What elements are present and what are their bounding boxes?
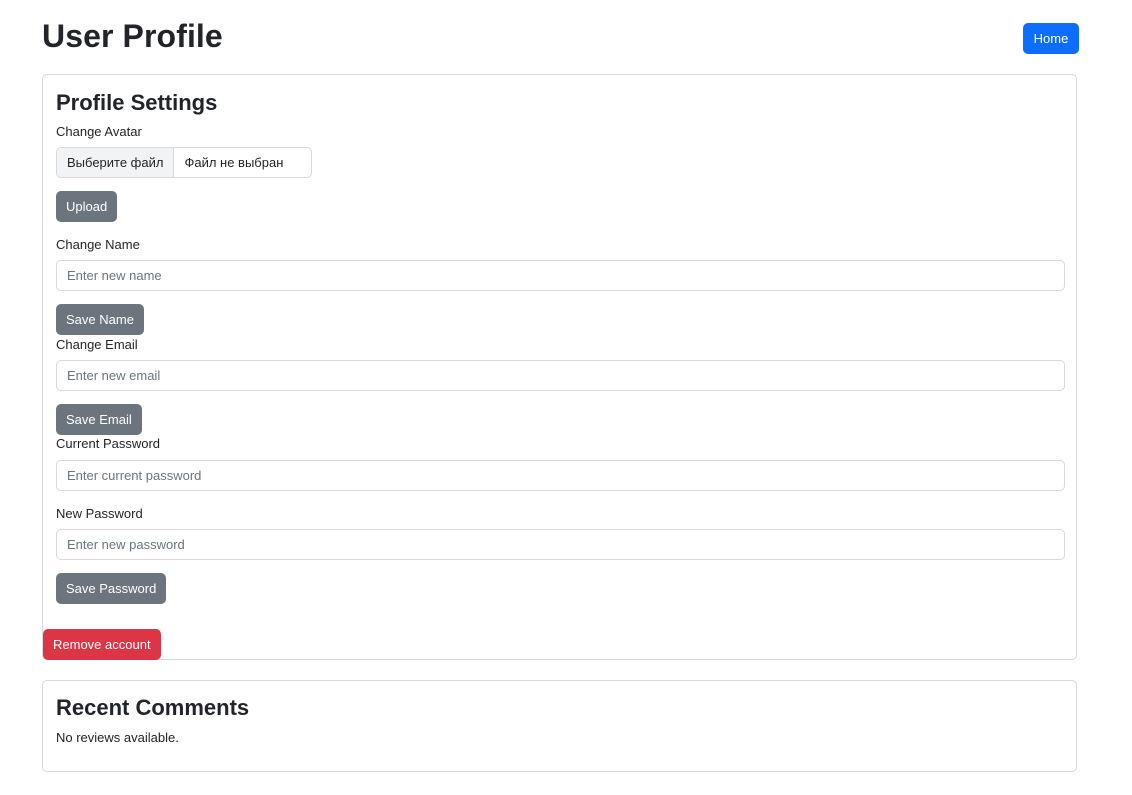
new-password-input[interactable] — [56, 529, 1065, 560]
change-email-label: Change Email — [56, 337, 138, 352]
save-email-button[interactable]: Save Email — [56, 404, 142, 435]
user-profile-page: User Profile Home Profile Settings Chang… — [0, 0, 1132, 795]
choose-file-button[interactable]: Выберите файл — [57, 148, 175, 177]
empty-comments-message: No reviews available. — [56, 730, 179, 745]
change-avatar-label: Change Avatar — [56, 124, 142, 139]
email-input[interactable] — [56, 360, 1065, 391]
profile-settings-card: Profile Settings Change Avatar Выберите … — [42, 74, 1077, 660]
avatar-file-input[interactable]: Выберите файл Файл не выбран — [56, 147, 312, 178]
change-name-label: Change Name — [56, 237, 140, 252]
new-password-label: New Password — [56, 506, 143, 521]
save-name-button[interactable]: Save Name — [56, 304, 144, 335]
home-button[interactable]: Home — [1023, 23, 1079, 54]
upload-button[interactable]: Upload — [56, 191, 118, 222]
file-status-text: Файл не выбран — [184, 155, 284, 170]
name-input[interactable] — [56, 260, 1065, 291]
save-password-button[interactable]: Save Password — [56, 573, 167, 604]
page-title: User Profile — [42, 18, 223, 54]
recent-comments-card: Recent Comments No reviews available. — [42, 680, 1077, 772]
current-password-input[interactable] — [56, 460, 1065, 491]
profile-settings-title: Profile Settings — [56, 90, 218, 115]
current-password-label: Current Password — [56, 436, 161, 451]
remove-account-button[interactable]: Remove account — [43, 629, 161, 660]
recent-comments-title: Recent Comments — [56, 695, 250, 720]
